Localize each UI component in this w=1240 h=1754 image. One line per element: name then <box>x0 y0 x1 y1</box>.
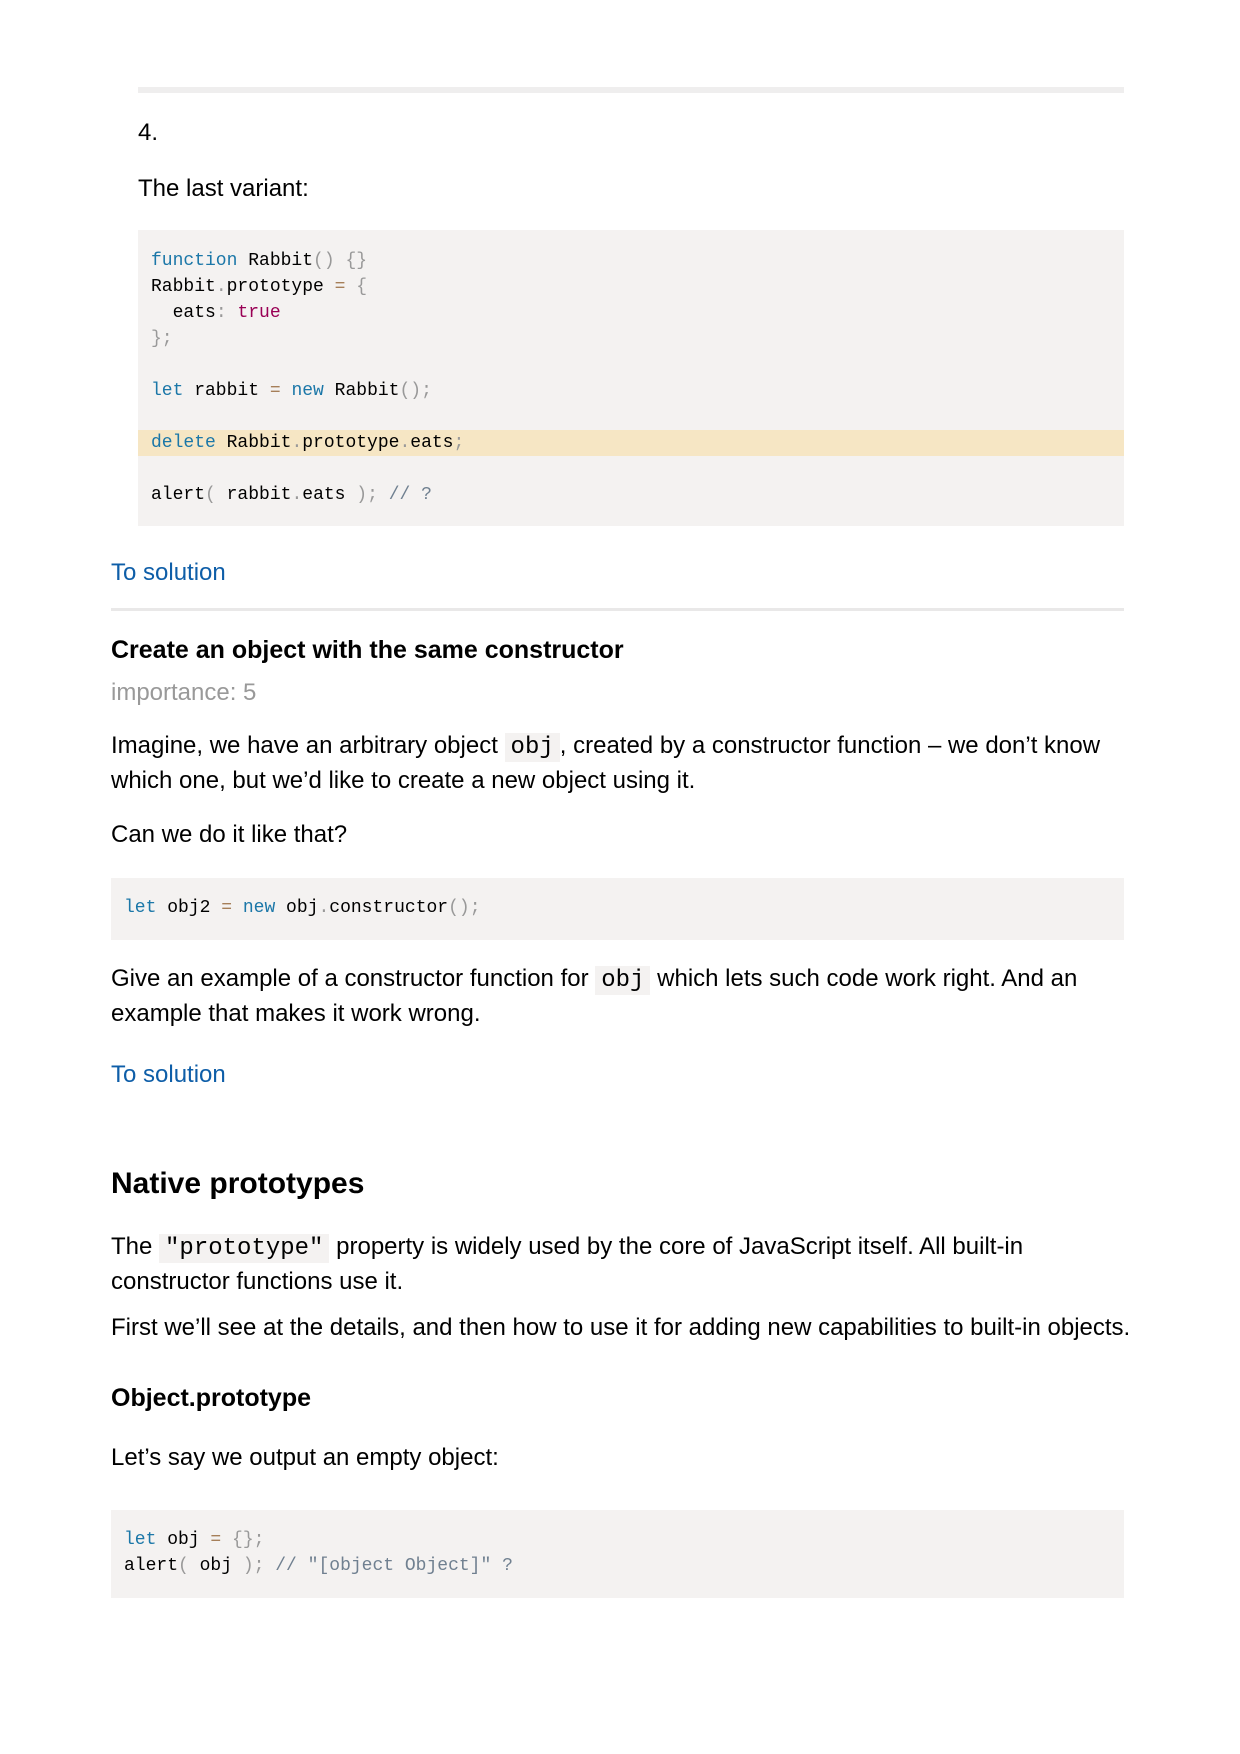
section-paragraph: The "prototype" property is widely used … <box>111 1233 1024 1295</box>
subsection-title: Object.prototype <box>111 1384 312 1412</box>
code-line: let rabbit = new Rabbit(); <box>151 381 432 401</box>
section-title: Native prototypes <box>111 1167 365 1200</box>
code-line: let obj2 = new obj.constructor(); <box>124 898 481 918</box>
task-question: Can we do it like that? <box>111 821 348 848</box>
code-line: alert( obj ); // "[object Object]" ? <box>124 1556 513 1576</box>
task-intro: The last variant: <box>138 175 309 202</box>
task-divider <box>111 608 1124 611</box>
highlighted-code-line: delete Rabbit.prototype.eats; <box>138 430 1124 456</box>
code-block-object: let obj = {}; alert( obj ); // "[object O… <box>111 1510 1124 1598</box>
inline-code: obj <box>504 733 560 762</box>
task-title: Create an object with the same construct… <box>111 636 624 664</box>
section-divider <box>138 87 1124 93</box>
code-line: let obj = {}; <box>124 1530 265 1550</box>
section-paragraph: First we’ll see at the details, and then… <box>111 1314 1131 1341</box>
code-block-obj2: let obj2 = new obj.constructor(); <box>111 878 1124 940</box>
code-line: function Rabbit() {} <box>151 251 368 271</box>
code-line: Rabbit.prototype = { <box>151 277 368 297</box>
inline-code: "prototype" <box>159 1234 330 1263</box>
code-line: alert( rabbit.eats ); // ? <box>151 485 432 505</box>
document-page: 4. The last variant: function Rabbit() {… <box>0 0 1240 1754</box>
task-paragraph: Give an example of a constructor functio… <box>111 965 1078 1027</box>
to-solution-link[interactable]: To solution <box>111 556 226 589</box>
task-paragraph: Imagine, we have an arbitrary object obj… <box>111 732 1101 794</box>
task-number: 4. <box>138 119 159 146</box>
code-block-task4: function Rabbit() {} Rabbit.prototype = {… <box>138 230 1124 526</box>
to-solution-link[interactable]: To solution <box>111 1058 226 1091</box>
inline-code: obj <box>595 966 651 995</box>
importance-label: importance: 5 <box>111 679 257 706</box>
code-line: eats: true <box>151 303 281 323</box>
code-line: }; <box>151 329 173 349</box>
section-paragraph: Let’s say we output an empty object: <box>111 1444 499 1471</box>
